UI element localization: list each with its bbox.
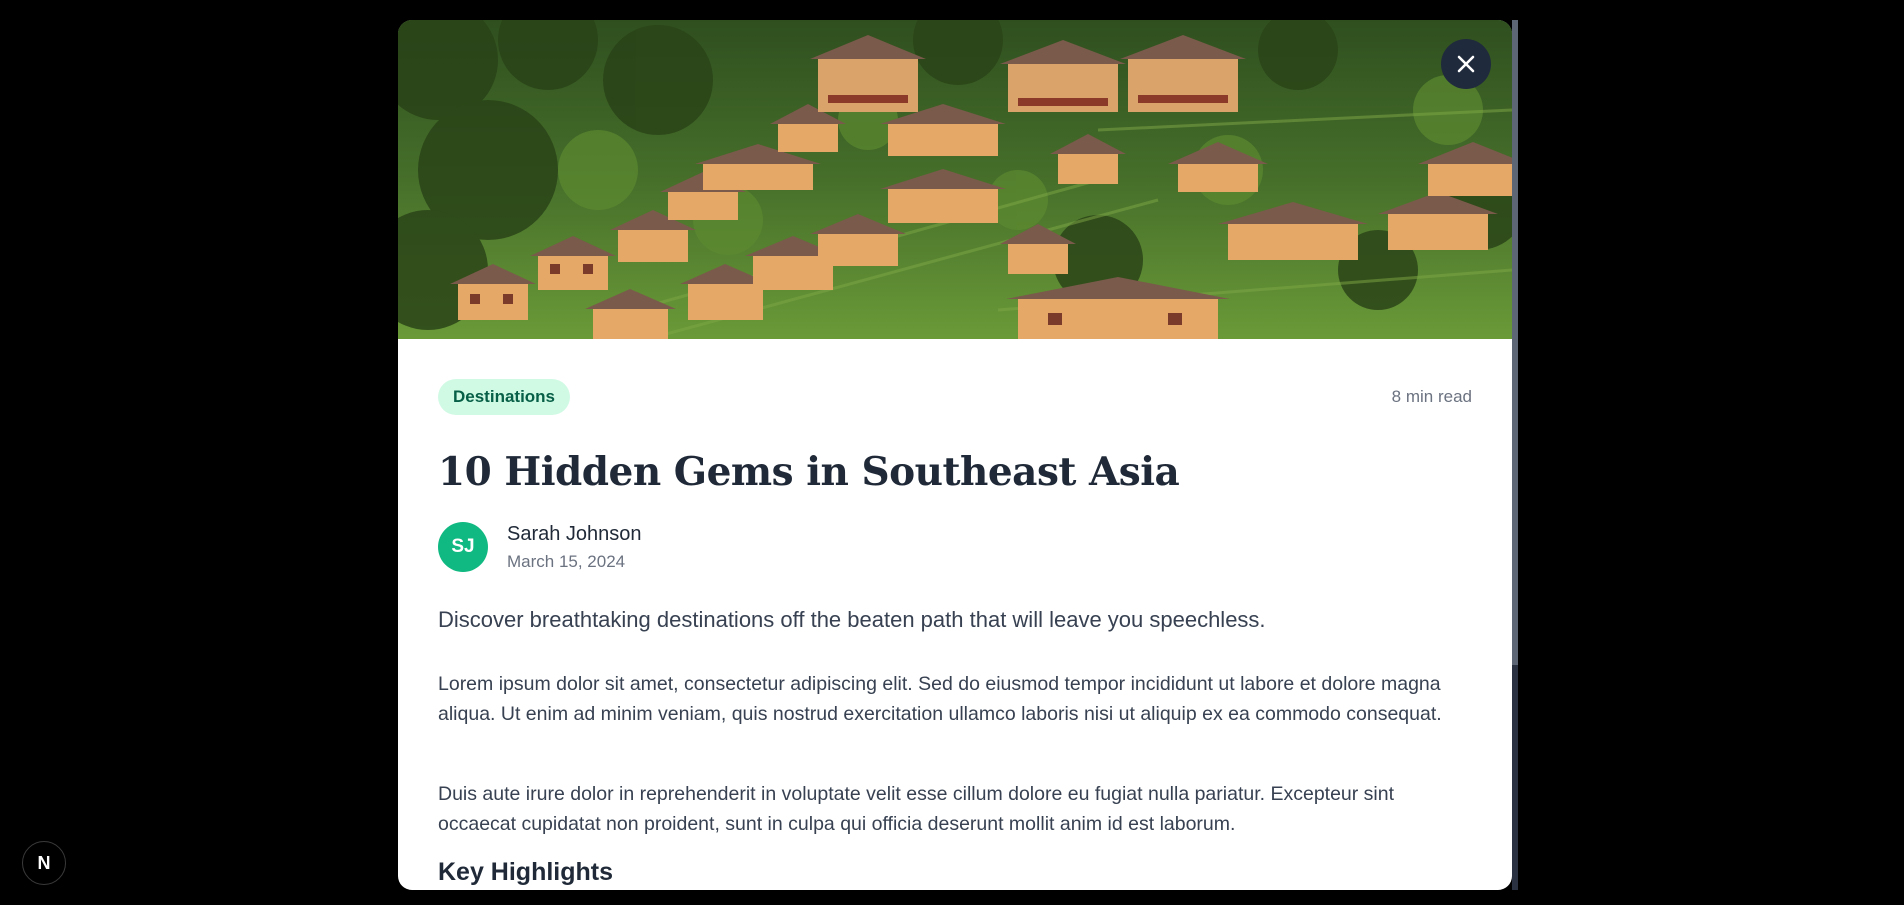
- article-content: Destinations 8 min read 10 Hidden Gems i…: [438, 379, 1472, 886]
- author-info: SJ Sarah Johnson March 15, 2024: [438, 522, 1038, 574]
- article-hero-image: [398, 20, 1512, 339]
- hillside-village-image: [398, 20, 1512, 339]
- publish-date: March 15, 2024: [507, 552, 626, 571]
- category-badge[interactable]: Destinations: [438, 379, 571, 415]
- article-title: 10 Hidden Gems in Southeast Asia: [438, 449, 1180, 495]
- author-name: Sarah Johnson: [507, 523, 642, 545]
- article-paragraph: Duis aute irure dolor in reprehenderit i…: [438, 783, 1395, 835]
- article-paragraph: Lorem ipsum dolor sit amet, consectetur …: [438, 673, 1442, 725]
- close-icon: [1457, 55, 1475, 73]
- article-modal: Destinations 8 min read 10 Hidden Gems i…: [398, 20, 1512, 890]
- modal-scrollbar[interactable]: [1512, 20, 1518, 890]
- scrollbar-thumb[interactable]: [1512, 20, 1518, 665]
- article-meta: Destinations 8 min read: [438, 379, 1472, 415]
- section-heading: Key Highlights: [438, 858, 614, 886]
- read-time: 8 min read: [1391, 387, 1472, 406]
- nextjs-logo-icon: N: [37, 852, 51, 873]
- nextjs-dev-badge[interactable]: N: [22, 841, 66, 885]
- close-button[interactable]: [1441, 39, 1491, 89]
- article-lead: Discover breathtaking destinations off t…: [438, 607, 1266, 632]
- avatar: SJ: [438, 522, 488, 572]
